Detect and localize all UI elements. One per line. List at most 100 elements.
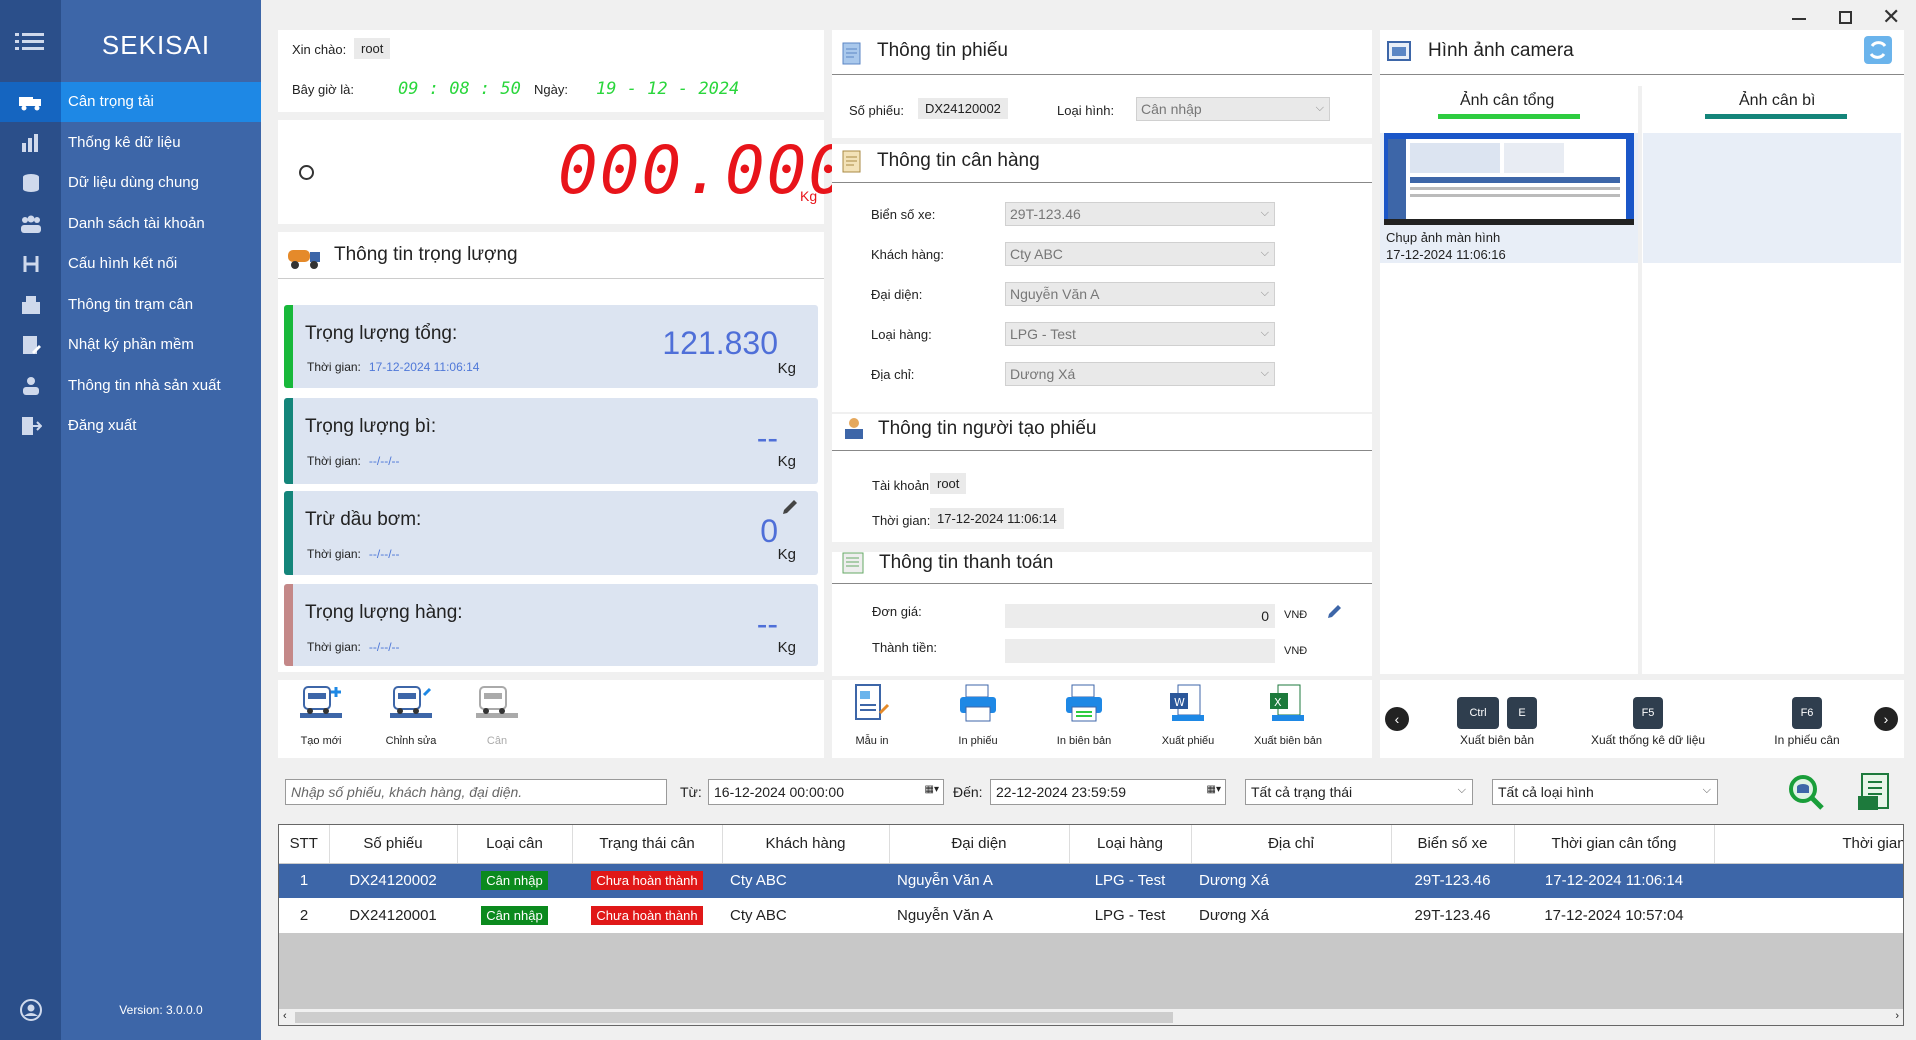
action-print-report-button[interactable]: In biên bản: [1054, 683, 1114, 753]
menu-icon[interactable]: [15, 31, 45, 56]
action-export-excel-button[interactable]: X Xuất biên bản: [1254, 683, 1322, 753]
sidebar-item-label: Nhật ký phần mềm: [68, 336, 194, 353]
edit-weigh-icon: [388, 683, 434, 726]
shortcut-2[interactable]: F6 In phiếu cân: [1742, 693, 1872, 753]
sidebar-item-3[interactable]: Danh sách tài khoản: [0, 204, 261, 244]
status-badge: Chưa hoàn thành: [591, 871, 703, 891]
database-icon: [0, 163, 61, 203]
weight-card-time-label: Thời gian:: [307, 547, 361, 561]
goods-field-select[interactable]: LPG - Test ⌵: [1005, 322, 1275, 346]
goods-field-select[interactable]: Dương Xá ⌵: [1005, 362, 1275, 386]
weight-card-time-label: Thời gian:: [307, 640, 361, 654]
tab-tare-image[interactable]: Ảnh cân bì: [1739, 92, 1816, 110]
from-label: Từ:: [680, 784, 702, 800]
goods-field-select[interactable]: Cty ABC ⌵: [1005, 242, 1275, 266]
to-label: Đến:: [953, 784, 983, 800]
from-date-input[interactable]: 16-12-2024 00:00:00 ▦▾: [708, 779, 944, 805]
unit-price-currency: VNĐ: [1284, 609, 1308, 621]
new-weigh-icon: [298, 683, 344, 726]
sidebar-item-1[interactable]: Thống kê dữ liệu: [0, 123, 261, 163]
table-row[interactable]: 2 DX24120001 Cân nhập Chưa hoàn thành Cty AB…: [279, 898, 1903, 933]
type-filter-select[interactable]: Tất cả loại hình ⌵: [1492, 779, 1718, 805]
shortcut-keys: F6: [1742, 697, 1872, 729]
camera-tare-snapshot: [1643, 133, 1901, 263]
key-f6: F6: [1792, 697, 1822, 729]
weight-card-time-value: --/--/--: [368, 454, 400, 468]
total-field: [1005, 639, 1275, 663]
goods-field-value: 29T-123.46: [1010, 206, 1081, 222]
weight-card-time: Thời gian: --/--/--: [307, 454, 400, 468]
table-cell: 29T-123.46: [1391, 863, 1514, 898]
unit-price-label: Đơn giá:: [872, 604, 922, 619]
sidebar-item-label: Dữ liệu dùng chung: [68, 174, 199, 191]
creator-time-label: Thời gian:: [872, 513, 931, 528]
table-row[interactable]: 1 DX24120002 Cân nhập Chưa hoàn thành Cty AB…: [279, 863, 1903, 898]
goods-icon: [840, 148, 866, 177]
sidebar-item-5[interactable]: Thông tin trạm cân: [0, 285, 261, 325]
table-cell: Cân nhập: [457, 898, 572, 933]
search-input[interactable]: Nhập số phiếu, khách hàng, đại diện.: [285, 779, 667, 805]
shortcut-keys: F5: [1583, 697, 1713, 729]
export-excel-icon: X: [1266, 683, 1310, 726]
edit-pump-oil-icon[interactable]: [780, 497, 800, 520]
shortcut-0[interactable]: Ctrl E Xuất biên bản: [1432, 693, 1562, 753]
shortcut-label: In phiếu cân: [1774, 733, 1840, 747]
weight-card-time-label: Thời gian:: [307, 454, 361, 468]
to-date-input[interactable]: 22-12-2024 23:59:59 ▦▾: [990, 779, 1226, 805]
sidebar-item-2[interactable]: Dữ liệu dùng chung: [0, 163, 261, 203]
ticket-number-label: Số phiếu:: [849, 103, 904, 118]
camera-snapshot[interactable]: [1384, 133, 1634, 225]
goods-field-select[interactable]: Nguyễn Văn A ⌵: [1005, 282, 1275, 306]
action-edit-weigh-button[interactable]: Chỉnh sửa: [386, 683, 436, 753]
maximize-button[interactable]: [1836, 8, 1856, 28]
action-new-weigh-button[interactable]: Tạo mới: [296, 683, 346, 753]
search-data-icon[interactable]: [1786, 772, 1826, 815]
sidebar-item-4[interactable]: Cấu hình kết nối: [0, 244, 261, 284]
status-filter-select[interactable]: Tất cả trạng thái ⌵: [1245, 779, 1473, 805]
weight-card-3: Trọng lượng hàng: Thời gian: --/--/-- -- Kg: [284, 584, 818, 666]
sidebar-item-6[interactable]: Nhật ký phần mềm: [0, 325, 261, 365]
edit-price-icon[interactable]: [1326, 602, 1344, 623]
goods-field-select[interactable]: 29T-123.46 ⌵: [1005, 202, 1275, 226]
sidebar-item-7[interactable]: Thông tin nhà sản xuất: [0, 366, 261, 406]
table-cell: Dương Xá: [1191, 863, 1391, 898]
refresh-camera-icon[interactable]: [1862, 34, 1894, 69]
close-button[interactable]: ✕: [1882, 4, 1900, 30]
goods-field-value: LPG - Test: [1010, 326, 1076, 342]
shortcut-prev-button[interactable]: ‹: [1385, 707, 1409, 731]
column-header: Địa chỉ: [1191, 825, 1392, 864]
ticket-type-select[interactable]: Cân nhập ⌵: [1136, 97, 1330, 121]
sidebar-item-label: Thông tin nhà sản xuất: [68, 376, 221, 394]
sidebar-item-label: Thống kê dữ liệu: [68, 133, 181, 151]
chevron-down-icon: ⌵: [1702, 784, 1711, 796]
table-cell: [1714, 863, 1903, 898]
action-template-button[interactable]: Mẫu in: [842, 683, 902, 753]
action-print-button[interactable]: In phiếu: [948, 683, 1008, 753]
total-currency: VNĐ: [1284, 645, 1308, 657]
calendar-icon[interactable]: ▦▾: [1207, 784, 1221, 795]
export-excel-icon[interactable]: [1856, 772, 1894, 815]
tab-total-image[interactable]: Ảnh cân tổng: [1460, 92, 1554, 110]
table-cell: Chưa hoàn thành: [572, 898, 722, 933]
sidebar-item-8[interactable]: Đăng xuất: [0, 406, 261, 446]
account-icon[interactable]: [19, 998, 43, 1025]
action-export-word-button[interactable]: W Xuất phiếu: [1158, 683, 1218, 753]
sidebar-item-0[interactable]: Cân trọng tải: [0, 82, 261, 122]
column-header: Đại diện: [889, 825, 1070, 864]
key-e: E: [1507, 697, 1537, 729]
weight-card-unit: Kg: [777, 453, 796, 470]
horizontal-scrollbar[interactable]: ‹ ›: [279, 1009, 1903, 1025]
calendar-icon[interactable]: ▦▾: [925, 784, 939, 795]
weight-card-value: --: [756, 420, 778, 456]
weight-card-2: Trừ dầu bơm: Thời gian: --/--/-- 0 Kg: [284, 491, 818, 575]
weight-card-value: --: [756, 606, 778, 642]
unit-price-field[interactable]: 0: [1005, 604, 1275, 628]
shortcut-next-button[interactable]: ›: [1874, 707, 1898, 731]
column-header: Số phiếu: [329, 825, 458, 864]
minimize-button[interactable]: [1788, 8, 1810, 28]
snapshot-time: 17-12-2024 11:06:16: [1386, 247, 1506, 262]
shortcut-1[interactable]: F5 Xuất thống kê dữ liệu: [1583, 693, 1713, 753]
clock-time: 09 : 08 : 50: [398, 79, 521, 99]
status-indicator: [299, 165, 314, 180]
connection-icon: [0, 244, 61, 284]
